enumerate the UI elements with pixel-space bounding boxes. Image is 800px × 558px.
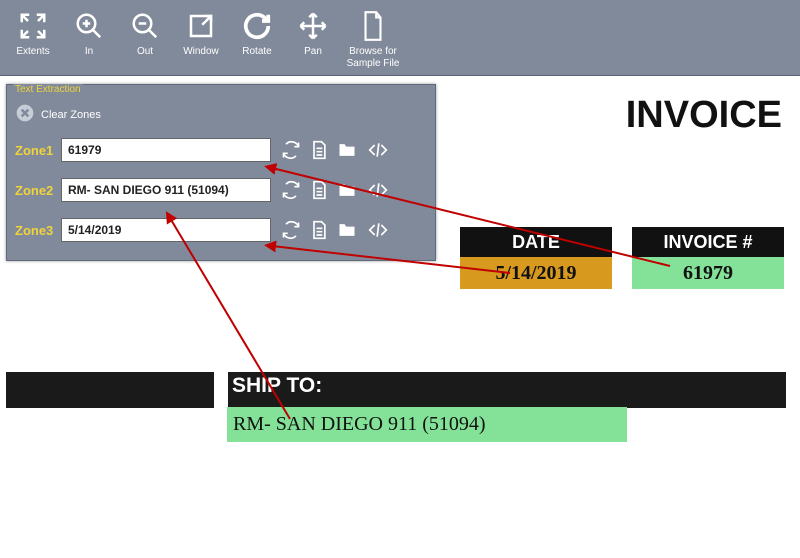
date-header: DATE (460, 227, 612, 257)
zone-actions (281, 220, 391, 240)
toolbar: Extents In Out Window Rotate (0, 0, 800, 76)
tool-extents[interactable]: Extents (6, 4, 60, 58)
file-icon (360, 8, 386, 44)
doc-icon[interactable] (309, 180, 329, 200)
zone-row: Zone3 (15, 218, 427, 242)
zone-input[interactable] (61, 178, 271, 202)
folder-icon[interactable] (337, 220, 357, 240)
tool-browse[interactable]: Browse for Sample File (342, 4, 404, 70)
invoice-value: 61979 (632, 257, 784, 289)
refresh-icon[interactable] (281, 180, 301, 200)
panel-legend: Text Extraction (13, 84, 83, 95)
invoice-header: INVOICE # (632, 227, 784, 257)
zoom-out-icon (130, 8, 160, 44)
refresh-icon[interactable] (281, 140, 301, 160)
code-icon[interactable] (365, 140, 391, 160)
folder-icon[interactable] (337, 140, 357, 160)
folder-icon[interactable] (337, 180, 357, 200)
tool-label: Rotate (242, 46, 271, 58)
workspace: Text Extraction Clear Zones Zone1 Zone2 (0, 76, 800, 558)
doc-icon[interactable] (309, 220, 329, 240)
zone-label: Zone3 (15, 223, 61, 238)
tool-label: Browse for Sample File (342, 46, 404, 70)
tool-window[interactable]: Window (174, 4, 228, 58)
rotate-icon (242, 8, 272, 44)
pan-icon (298, 8, 328, 44)
text-extraction-panel: Text Extraction Clear Zones Zone1 Zone2 (6, 84, 436, 261)
zone-actions (281, 140, 391, 160)
tool-label: Pan (304, 46, 322, 58)
code-icon[interactable] (365, 220, 391, 240)
date-value: 5/14/2019 (460, 257, 612, 289)
zoom-in-icon (74, 8, 104, 44)
clear-zones-label: Clear Zones (41, 109, 101, 121)
tool-label: Window (183, 46, 219, 58)
tool-label: Out (137, 46, 153, 58)
tool-label: In (85, 46, 93, 58)
tool-pan[interactable]: Pan (286, 4, 340, 58)
code-icon[interactable] (365, 180, 391, 200)
invoice-title: INVOICE (626, 94, 782, 137)
zone-actions (281, 180, 391, 200)
tool-in[interactable]: In (62, 4, 116, 58)
tool-out[interactable]: Out (118, 4, 172, 58)
shipto-bar (6, 372, 786, 408)
zone-row: Zone1 (15, 138, 427, 162)
shipto-label: SHIP TO: (232, 374, 322, 398)
shipto-value: RM- SAN DIEGO 911 (51094) (227, 407, 627, 442)
zone-input[interactable] (61, 218, 271, 242)
zone-row: Zone2 (15, 178, 427, 202)
refresh-icon[interactable] (281, 220, 301, 240)
tool-label: Extents (16, 46, 49, 58)
doc-icon[interactable] (309, 140, 329, 160)
window-icon (186, 8, 216, 44)
tool-rotate[interactable]: Rotate (230, 4, 284, 58)
clear-zones-button[interactable]: Clear Zones (15, 103, 427, 126)
zone-label: Zone1 (15, 143, 61, 158)
extents-icon (18, 8, 48, 44)
zone-label: Zone2 (15, 183, 61, 198)
bar-gap (214, 372, 228, 408)
close-icon (15, 103, 35, 126)
zone-input[interactable] (61, 138, 271, 162)
